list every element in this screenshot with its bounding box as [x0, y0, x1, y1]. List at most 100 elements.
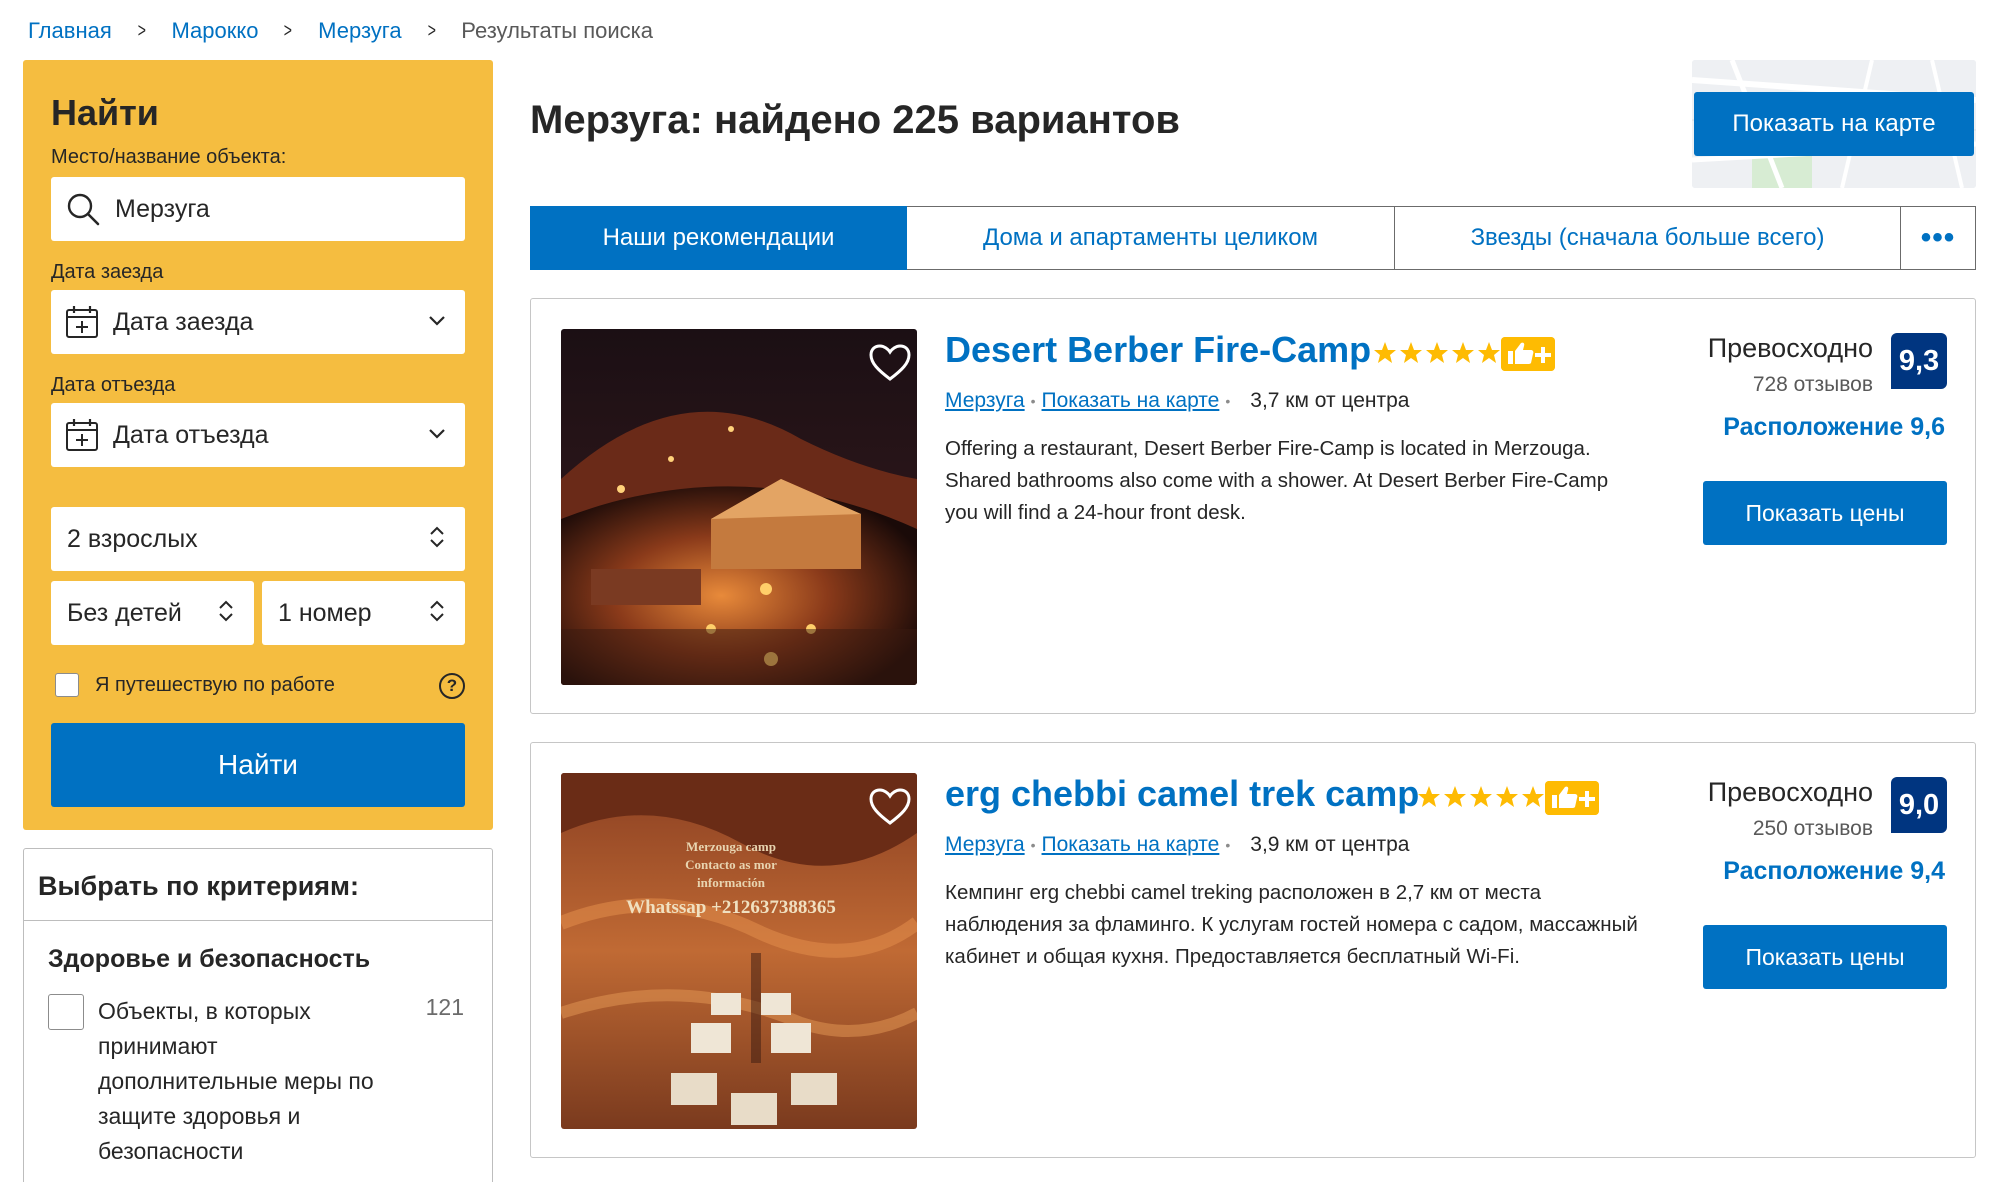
thumbs-up-plus-icon[interactable]	[1501, 337, 1555, 371]
more-options-button[interactable]: •••	[1901, 206, 1976, 270]
camp-night-photo	[561, 329, 917, 685]
search-title: Найти	[51, 92, 159, 133]
chevron-right-icon: >	[427, 19, 436, 42]
destination-input[interactable]: Мерзуга	[51, 177, 465, 241]
star-icon	[1374, 342, 1396, 363]
filter-item-label: Объекты, в которых принимают дополнитель…	[98, 998, 374, 1164]
review-score-badge[interactable]: 9,3	[1891, 333, 1947, 389]
rooms-value: 1 номер	[278, 598, 372, 627]
separator-dot: •	[1225, 837, 1231, 853]
location-link[interactable]: Мерзуга	[945, 833, 1025, 857]
review-count[interactable]: 728 отзывов	[1753, 373, 1873, 397]
show-on-map-button[interactable]: Показать на карте	[1694, 92, 1974, 156]
separator-dot: •	[1225, 393, 1231, 409]
review-word: Превосходно	[1707, 777, 1873, 807]
adults-value: 2 взрослых	[67, 524, 198, 553]
desert-camp-photo: Merzouga camp Contacto as mor informació…	[561, 773, 917, 1129]
show-on-map-link[interactable]: Показать на карте	[1042, 833, 1220, 857]
show-prices-button[interactable]: Показать цены	[1703, 925, 1947, 989]
filters-title: Выбрать по критериям:	[24, 849, 492, 921]
review-count[interactable]: 250 отзывов	[1753, 817, 1873, 841]
location-score: Расположение 9,6	[1723, 413, 1945, 441]
property-name[interactable]: Desert Berber Fire-Camp	[945, 329, 1371, 371]
checkin-label: Дата заезда	[51, 261, 164, 283]
sort-tabs: Наши рекомендации Дома и апартаменты цел…	[530, 206, 1976, 270]
property-card: Desert Berber Fire-Camp Мерзуга • Показа…	[530, 298, 1976, 714]
separator-dot: •	[1030, 393, 1036, 409]
review-word: Превосходно	[1707, 333, 1873, 363]
review-score-badge[interactable]: 9,0	[1891, 777, 1947, 833]
search-button[interactable]: Найти	[51, 723, 465, 807]
destination-label: Место/название объекта:	[51, 146, 287, 168]
calendar-icon	[66, 419, 98, 451]
tab-stars[interactable]: Звезды (сначала больше всего)	[1395, 206, 1901, 270]
filter-item-count: 121	[425, 994, 464, 1020]
filter-item-health-safety[interactable]: Объекты, в которых принимают дополнитель…	[24, 974, 492, 1169]
thumbs-up-plus-icon[interactable]	[1545, 781, 1599, 815]
distance-text: 3,7 км от центра	[1250, 389, 1410, 412]
updown-icon	[430, 600, 444, 622]
show-on-map-link[interactable]: Показать на карте	[1042, 389, 1220, 413]
checkout-value: Дата отъезда	[113, 420, 269, 449]
breadcrumb-home[interactable]: Главная	[28, 18, 112, 44]
chevron-right-icon: >	[137, 19, 146, 42]
location-link[interactable]: Мерзуга	[945, 389, 1025, 413]
star-icon	[1470, 786, 1492, 807]
star-icon	[1452, 342, 1474, 363]
adults-select[interactable]: 2 взрослых	[51, 507, 465, 571]
heart-icon[interactable]	[868, 787, 912, 827]
calendar-icon	[66, 306, 98, 338]
updown-icon	[430, 526, 444, 548]
work-travel-label[interactable]: Я путешествую по работе	[95, 674, 335, 697]
property-photo[interactable]: Merzouga camp Contacto as mor informació…	[561, 773, 917, 1129]
children-value: Без детей	[67, 598, 182, 627]
star-icon	[1496, 786, 1518, 807]
photo-caption-line: Merzouga camp	[686, 839, 776, 854]
work-travel-checkbox[interactable]	[55, 673, 79, 697]
location-score: Расположение 9,4	[1723, 857, 1945, 885]
filter-checkbox[interactable]	[48, 994, 84, 1030]
star-icon	[1444, 786, 1466, 807]
star-icon	[1522, 786, 1544, 807]
property-description: Кемпинг erg chebbi camel treking располо…	[945, 881, 1638, 968]
filters-panel: Выбрать по критериям: Здоровье и безопас…	[23, 848, 493, 1182]
search-icon	[67, 193, 100, 226]
help-icon[interactable]: ?	[439, 673, 465, 699]
location-row: Мерзуга • Показать на карте • 3,9 км от …	[945, 833, 1409, 857]
checkout-label: Дата отъезда	[51, 374, 176, 396]
checkin-value: Дата заезда	[113, 307, 254, 336]
rooms-select[interactable]: 1 номер	[262, 581, 465, 645]
star-rating	[1373, 341, 1501, 365]
breadcrumb: Главная > Марокко > Мерзуга > Результаты…	[28, 16, 653, 46]
property-name[interactable]: erg chebbi camel trek camp	[945, 773, 1419, 815]
location-row: Мерзуга • Показать на карте • 3,7 км от …	[945, 389, 1409, 413]
checkout-field[interactable]: Дата отъезда	[51, 403, 465, 467]
heart-icon[interactable]	[868, 343, 912, 383]
chevron-down-icon	[429, 316, 445, 326]
photo-caption-phone: Whatssap +212637388365	[626, 897, 836, 918]
filter-group-title: Здоровье и безопасность	[48, 945, 371, 973]
property-photo[interactable]	[561, 329, 917, 685]
chevron-down-icon	[429, 429, 445, 439]
tab-entire-homes[interactable]: Дома и апартаменты целиком	[907, 206, 1395, 270]
destination-value: Мерзуга	[115, 194, 210, 223]
photo-caption-line: Contacto as mor	[685, 857, 777, 872]
property-card: Merzouga camp Contacto as mor informació…	[530, 742, 1976, 1158]
show-prices-button[interactable]: Показать цены	[1703, 481, 1947, 545]
tab-recommended[interactable]: Наши рекомендации	[530, 206, 907, 270]
checkin-field[interactable]: Дата заезда	[51, 290, 465, 354]
star-rating	[1417, 785, 1545, 809]
separator-dot: •	[1030, 837, 1036, 853]
star-icon	[1418, 786, 1440, 807]
search-panel: Найти Место/название объекта: Мерзуга Да…	[23, 60, 493, 830]
chevron-right-icon: >	[284, 19, 293, 42]
children-select[interactable]: Без детей	[51, 581, 254, 645]
breadcrumb-merzouga[interactable]: Мерзуга	[318, 18, 401, 44]
distance-text: 3,9 км от центра	[1250, 833, 1410, 856]
photo-caption-line: información	[697, 875, 766, 890]
star-icon	[1400, 342, 1422, 363]
page-title: Мерзуга: найдено 225 вариантов	[530, 98, 1180, 142]
updown-icon	[219, 600, 233, 622]
breadcrumb-morocco[interactable]: Марокко	[171, 18, 258, 44]
star-icon	[1426, 342, 1448, 363]
